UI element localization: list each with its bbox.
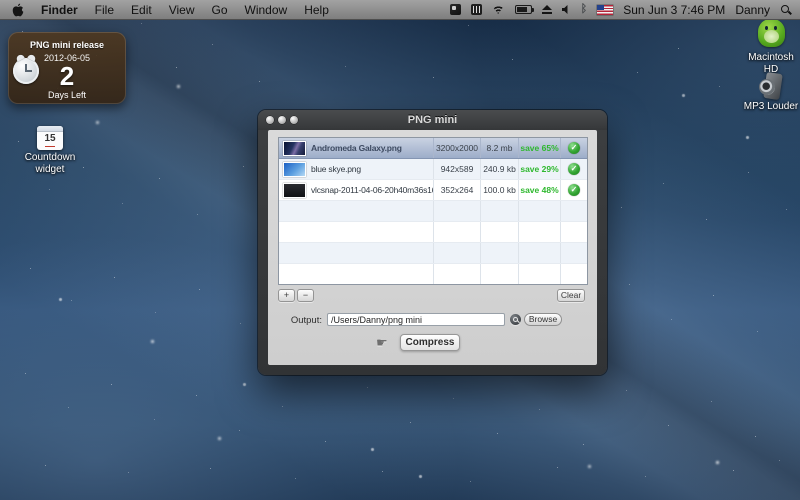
output-label: Output: [282,315,322,326]
file-thumbnail [283,183,306,198]
table-row-empty [279,264,587,285]
countdown-widget-icon[interactable]: 15 [37,126,63,150]
widget-days-label: Days Left [8,90,126,100]
eject-icon[interactable] [542,5,552,14]
spotlight-icon[interactable] [780,4,792,16]
menu-extra-app-icon[interactable] [450,4,461,15]
browse-button[interactable]: Browse [524,313,562,326]
mp3-louder-icon[interactable] [757,72,785,100]
battery-icon[interactable] [515,5,532,14]
clear-button[interactable]: Clear [557,289,585,302]
user-menu[interactable]: Danny [735,3,770,17]
menu-bar: Finder File Edit View Go Window Help ᛒ S… [0,0,800,20]
table-row-empty [279,222,587,243]
keyboard-flag-icon[interactable] [597,5,613,15]
window-content: Andromeda Galaxy.png 3200x2000 8.2 mb sa… [268,130,597,365]
bluetooth-icon[interactable]: ᛒ [581,4,588,15]
status-check-icon: ✓ [568,142,580,154]
calendar-day: 15 [37,133,63,144]
menu-item-go[interactable]: Go [212,3,228,17]
file-dimensions: 352x264 [441,185,474,195]
file-savings: save 29% [520,164,558,174]
file-dimensions: 942x589 [441,164,474,174]
menu-item-edit[interactable]: Edit [131,3,152,17]
mp3-louder-label[interactable]: MP3 Louder [738,101,800,113]
close-button[interactable] [266,116,274,124]
menu-item-view[interactable]: View [169,3,195,17]
zoom-button[interactable] [290,116,298,124]
file-name: vlcsnap-2011-04-06-20h40m36s165.png [311,185,434,195]
file-savings: save 48% [520,185,558,195]
file-thumbnail [283,162,306,177]
status-check-icon: ✓ [568,184,580,196]
countdown-widget-label[interactable]: Countdown widget [14,152,86,176]
file-name: Andromeda Galaxy.png [311,143,402,153]
widget-date: 2012-06-05 [8,53,126,63]
input-source-icon[interactable] [471,4,482,15]
file-size: 8.2 mb [487,143,513,153]
volume-icon[interactable] [562,5,571,14]
table-row-empty [279,243,587,264]
file-size: 240.9 kb [483,164,516,174]
file-savings: save 65% [520,143,558,153]
output-path-input[interactable] [327,313,505,326]
menu-item-file[interactable]: File [95,3,114,17]
file-thumbnail [283,141,306,156]
add-file-button[interactable]: + [278,289,295,302]
menu-clock[interactable]: Sun Jun 3 7:46 PM [623,3,725,17]
compress-button[interactable]: Compress [400,334,460,351]
remove-file-button[interactable]: − [297,289,314,302]
menu-item-help[interactable]: Help [304,3,329,17]
table-row[interactable]: Andromeda Galaxy.png 3200x2000 8.2 mb sa… [279,138,587,159]
file-name: blue skye.png [311,164,361,174]
desktop: Finder File Edit View Go Window Help ᛒ S… [0,0,800,500]
output-row: Output: Browse [268,313,597,329]
file-table: Andromeda Galaxy.png 3200x2000 8.2 mb sa… [278,137,588,285]
window-titlebar[interactable]: PNG mini [258,110,607,130]
file-dimensions: 3200x2000 [436,143,478,153]
minimize-button[interactable] [278,116,286,124]
wifi-icon[interactable] [492,5,505,14]
output-search-icon[interactable] [510,314,521,325]
table-row-empty [279,201,587,222]
menu-item-window[interactable]: Window [245,3,288,17]
table-row[interactable]: blue skye.png 942x589 240.9 kb save 29% … [279,159,587,180]
pointing-hand-icon: ☛ [376,335,388,351]
table-row[interactable]: vlcsnap-2011-04-06-20h40m36s165.png 352x… [279,180,587,201]
window-title: PNG mini [408,114,458,126]
file-size: 100.0 kb [483,185,516,195]
png-mini-window: PNG mini Andromeda Galaxy.png 3200x2000 … [258,110,607,375]
status-check-icon: ✓ [568,163,580,175]
countdown-widget-panel[interactable]: PNG mini release 2012-06-05 2 Days Left [8,32,126,104]
menu-item-finder[interactable]: Finder [41,3,78,17]
apple-menu-icon[interactable] [12,3,24,17]
widget-title: PNG mini release [8,40,126,50]
